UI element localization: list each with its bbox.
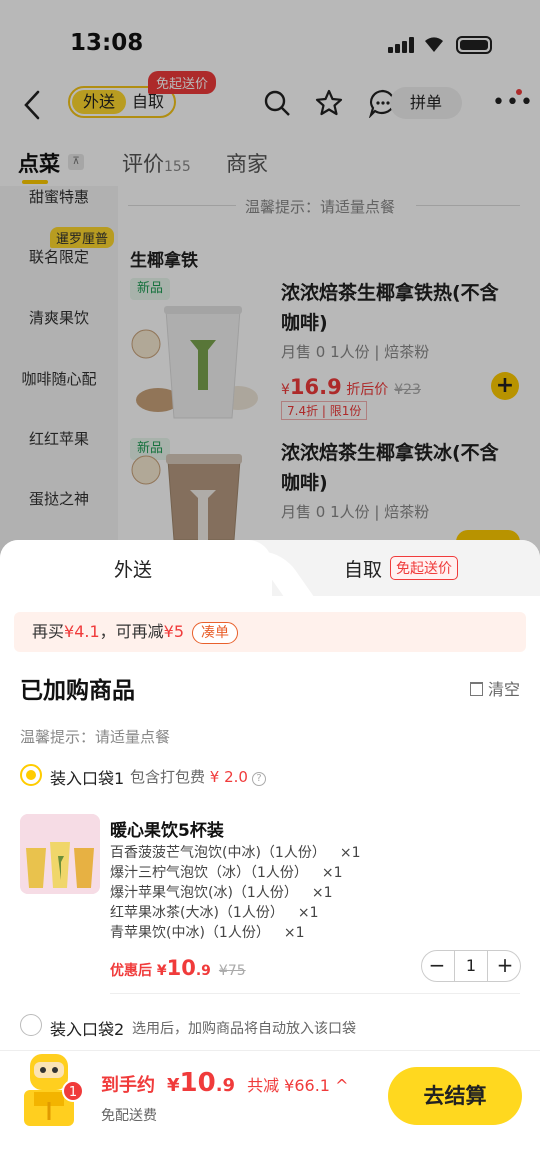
promo-banner: 再买¥4.1，可再减¥5 凑单 xyxy=(14,612,526,652)
sub-item: 爆汁三柠气泡饮（冰）（1人份） ×1 xyxy=(110,865,343,881)
cart-count-badge: 1 xyxy=(62,1080,84,1102)
increase-button[interactable]: + xyxy=(490,951,520,981)
item-price: 优惠后 ¥10.9 ¥75 xyxy=(110,956,246,980)
item-thumbnail[interactable] xyxy=(20,814,100,894)
saved-amount[interactable]: 共减 ¥66.1 ^ xyxy=(247,1076,348,1095)
bag2-label: 装入口袋2 xyxy=(50,1020,125,1039)
sheet-tab-delivery[interactable]: 外送 xyxy=(114,555,152,582)
bag2-note: 选用后，加购商品将自动放入该口袋 xyxy=(132,1021,356,1037)
item-name: 暖心果饮5杯装 xyxy=(110,821,224,841)
bag1-fee: 包含打包费 ¥ 2.0? xyxy=(130,766,266,787)
trash-icon xyxy=(470,682,483,696)
chevron-up-icon: ^ xyxy=(335,1076,349,1095)
sheet-tab-bar: 外送 自取 免起送价 xyxy=(0,540,540,596)
sub-item: 百香菠菠芒气泡饮(中冰)（1人份） ×1 xyxy=(110,845,361,861)
cart-title: 已加购商品 xyxy=(20,678,135,704)
quantity-value[interactable]: 1 xyxy=(454,951,488,981)
bag1-label: 装入口袋1 xyxy=(50,769,125,788)
add-more-button[interactable]: 凑单 xyxy=(192,621,239,644)
cart-tip: 温馨提示：请适量点餐 xyxy=(20,728,171,746)
divider xyxy=(110,993,520,994)
sheet-tab-pickup[interactable]: 自取 xyxy=(344,555,382,582)
sub-item: 青苹果饮(中冰)（1人份） ×1 xyxy=(110,925,305,941)
clear-button[interactable]: 清空 xyxy=(470,676,520,700)
pickup-free-tag: 免起送价 xyxy=(390,556,458,580)
checkout-button[interactable]: 去结算 xyxy=(388,1067,522,1125)
bag1-radio[interactable] xyxy=(20,764,42,786)
item-sub-list: 百香菠菠芒气泡饮(中冰)（1人份） ×1 爆汁三柠气泡饮（冰）（1人份） ×1 爆汁… xyxy=(110,842,430,942)
quantity-stepper: − 1 + xyxy=(421,950,521,982)
total-price[interactable]: 到手约 ¥10.9 共减 ¥66.1 ^ xyxy=(101,1068,349,1098)
sub-item: 红苹果冰茶(大冰)（1人份） ×1 xyxy=(110,905,319,921)
decrease-button[interactable]: − xyxy=(422,951,452,981)
bag2-radio[interactable] xyxy=(20,1014,42,1036)
help-icon[interactable]: ? xyxy=(251,772,266,786)
sub-item: 爆汁苹果气泡饮(冰)（1人份） ×1 xyxy=(110,885,333,901)
shipping-note: 免配送费 xyxy=(101,1108,157,1124)
